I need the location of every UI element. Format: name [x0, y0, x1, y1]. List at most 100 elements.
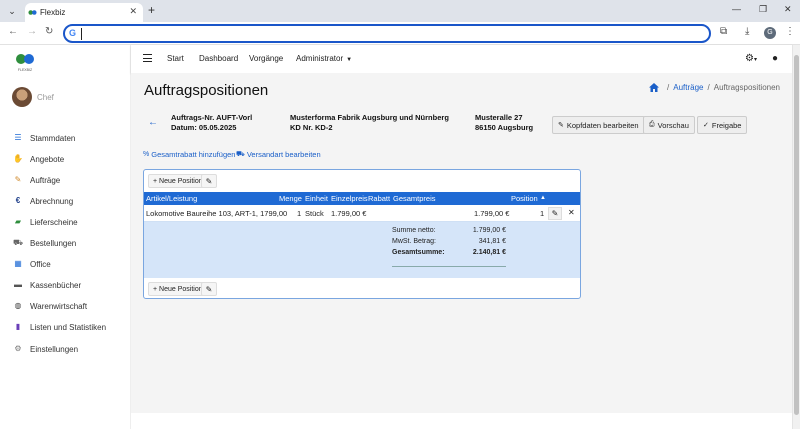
sidebar-item-label: Stammdaten	[30, 133, 76, 143]
order-date: Datum: 05.05.2025	[171, 123, 237, 132]
check-icon: ✓	[703, 122, 709, 129]
office-icon: ▦	[14, 259, 22, 268]
sidebar-item-label: Aufträge	[30, 175, 61, 185]
sidebar-item-einstellungen[interactable]: ⚙ Einstellungen	[13, 342, 78, 356]
browser-menu-icon[interactable]: ⋮	[785, 26, 795, 37]
back-icon[interactable]: ←	[8, 26, 18, 37]
table-row[interactable]: Lokomotive Baureihe 103, ART-1, 1799,00 …	[144, 205, 580, 222]
reload-icon[interactable]: ↻	[45, 26, 53, 37]
sidebar-item-stammdaten[interactable]: ☰ Stammdaten	[13, 131, 75, 145]
edit-header-button[interactable]: ✎ Kopfdaten bearbeiten	[552, 116, 645, 134]
sidebar-item-label: Listen und Statistiken	[30, 322, 107, 332]
th-total[interactable]: Gesamtpreis	[393, 194, 436, 203]
th-quantity[interactable]: Menge	[279, 194, 302, 203]
preview-button[interactable]: ⎙ Vorschau	[643, 116, 695, 134]
sidebar-item-label: Angebote	[30, 154, 65, 164]
nav-link-dashboard[interactable]: Dashboard	[199, 54, 238, 63]
th-unit-price[interactable]: Einzelpreis	[331, 194, 368, 203]
sidebar: FLEXBIZ Chef ☰ Stammdaten ✋ Angebote ✎ A…	[0, 45, 131, 429]
forward-icon[interactable]: →	[27, 26, 37, 37]
euro-icon: €	[15, 196, 21, 205]
minimize-icon[interactable]: —	[732, 4, 741, 14]
tab-close-icon[interactable]: ✕	[129, 6, 137, 17]
sidebar-item-warenwirtschaft[interactable]: ◍ Warenwirtschaft	[13, 299, 88, 313]
net-sum-label: Summe netto:	[392, 227, 436, 234]
breadcrumb-link-auftraege[interactable]: Aufträge	[673, 83, 703, 92]
flexbiz-logo: FLEXBIZ	[16, 54, 34, 72]
user-avatar[interactable]	[12, 87, 32, 107]
nav-link-start[interactable]: Start	[167, 54, 184, 63]
breadcrumb: / Aufträge / Auftragspositionen	[649, 83, 780, 92]
order-number-block: Auftrags-Nr. AUFT-Vorl Datum: 05.05.2025	[171, 113, 252, 133]
cell-total: 1.799,00 €	[474, 209, 510, 218]
back-arrow-icon[interactable]: ←	[148, 117, 158, 128]
cell-article: Lokomotive Baureihe 103, ART-1, 1799,00	[146, 209, 288, 218]
hamburger-menu-icon[interactable]	[143, 54, 152, 62]
edit-positions-pencil-icon[interactable]: ✎	[201, 174, 217, 188]
th-position[interactable]: Position	[511, 194, 538, 203]
vat-value: 341,81 €	[478, 238, 506, 245]
th-unit[interactable]: Einheit	[305, 194, 328, 203]
vat-label: MwSt. Betrag:	[392, 238, 436, 245]
totals-divider	[392, 266, 506, 267]
sidebar-item-lieferscheine[interactable]: ▰ Lieferscheine	[13, 215, 78, 229]
sidebar-item-label: Lieferscheine	[30, 217, 78, 227]
nav-link-vorgaenge[interactable]: Vorgänge	[249, 54, 283, 63]
warehouse-icon: ◍	[14, 301, 22, 310]
new-position-button-bottom[interactable]: + Neue Position	[148, 282, 208, 296]
home-icon[interactable]	[649, 83, 660, 92]
delete-row-icon[interactable]: ✕	[568, 208, 575, 217]
address-bar[interactable]: G	[63, 24, 711, 43]
page-scrollbar[interactable]	[792, 45, 800, 429]
settings-icon: ⚙	[14, 344, 22, 353]
new-position-button-top[interactable]: + Neue Position	[148, 174, 208, 188]
edit-header-label: Kopfdaten bearbeiten	[566, 120, 639, 130]
th-article[interactable]: Artikel/Leistung	[146, 194, 197, 203]
sidebar-item-office[interactable]: ▦ Office	[13, 257, 51, 271]
page-footer-area	[131, 413, 792, 429]
new-tab-button[interactable]: +	[148, 3, 155, 17]
edit-positions-pencil-icon[interactable]: ✎	[201, 282, 217, 296]
shipping-label: Versandart bearbeiten	[246, 150, 321, 159]
browser-tab[interactable]: Flexbiz ✕	[25, 3, 143, 22]
customer-number: KD Nr. KD-2	[290, 123, 333, 132]
download-icon[interactable]: ⤓	[745, 26, 749, 37]
sidebar-item-auftraege[interactable]: ✎ Aufträge	[13, 173, 61, 187]
sidebar-item-label: Kassenbücher	[30, 280, 82, 290]
th-discount[interactable]: Rabatt	[368, 194, 390, 203]
profile-avatar[interactable]: G	[764, 27, 776, 39]
truck-icon: ▰	[14, 217, 22, 226]
shipping-link[interactable]: ⛟ Versandart bearbeiten	[236, 150, 321, 159]
cart-icon: ⛟	[13, 238, 24, 247]
window-close-icon[interactable]: ✕	[784, 4, 792, 15]
administrator-label: Administrator	[296, 54, 344, 63]
release-label: Freigabe	[711, 120, 742, 130]
customer-block: Musterforma Fabrik Augsburg und Nürnberg…	[290, 113, 449, 133]
handshake-icon: ✋	[13, 154, 23, 163]
breadcrumb-current: Auftragspositionen	[713, 83, 780, 92]
total-discount-label: Gesamtrabatt hinzufügen	[151, 150, 236, 159]
cell-unit: Stück	[305, 209, 324, 218]
tab-search-chevron-icon[interactable]: ⌄	[5, 4, 19, 18]
user-name: Chef	[37, 93, 54, 102]
nav-link-administrator[interactable]: Administrator ▼	[296, 54, 352, 63]
extensions-icon[interactable]: ⧉	[720, 26, 727, 37]
release-button[interactable]: ✓ Freigabe	[697, 116, 748, 134]
restore-icon[interactable]: ❐	[759, 4, 767, 15]
sidebar-item-bestellungen[interactable]: ⛟ Bestellungen	[13, 236, 76, 250]
sidebar-item-listen[interactable]: ▮ Listen und Statistiken	[13, 320, 106, 334]
sidebar-item-kassenbuecher[interactable]: ▬ Kassenbücher	[13, 278, 81, 292]
sort-asc-icon[interactable]: ▲	[540, 195, 546, 201]
edit-row-pencil-icon[interactable]: ✎	[548, 207, 562, 220]
sidebar-item-abrechnung[interactable]: € Abrechnung	[13, 194, 73, 208]
gross-sum-label: Gesamtsumme:	[392, 249, 445, 256]
total-discount-link[interactable]: % Gesamtrabatt hinzufügen	[143, 150, 235, 159]
sidebar-item-label: Warenwirtschaft	[30, 301, 88, 311]
main-content: Auftragspositionen / Aufträge / Auftrags…	[131, 73, 792, 413]
settings-gear-icon[interactable]: ⚙▾	[745, 53, 757, 64]
address-input[interactable]	[81, 28, 681, 40]
cell-quantity: 1	[297, 209, 302, 218]
user-icon[interactable]: ●	[772, 53, 778, 64]
scrollbar-thumb[interactable]	[794, 55, 799, 415]
sidebar-item-angebote[interactable]: ✋ Angebote	[13, 152, 64, 166]
